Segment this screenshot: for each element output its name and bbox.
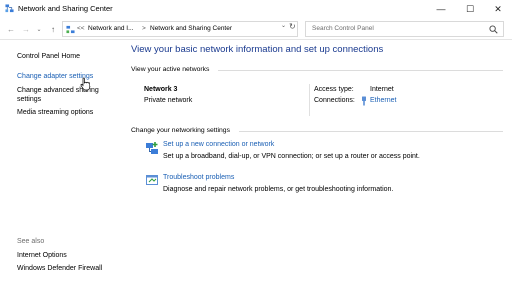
troubleshoot-problems-link[interactable]: Troubleshoot problems bbox=[163, 174, 234, 181]
breadcrumb-network-internet[interactable]: Network and I... bbox=[88, 25, 134, 32]
search-icon[interactable] bbox=[489, 25, 498, 34]
network-category: Private network bbox=[144, 97, 193, 104]
networking-settings-heading: Change your networking settings bbox=[131, 127, 230, 134]
forward-button[interactable]: → bbox=[20, 22, 32, 36]
breadcrumb-network-sharing-center[interactable]: Network and Sharing Center bbox=[150, 25, 232, 32]
access-type-value: Internet bbox=[370, 86, 394, 93]
mouse-cursor-icon bbox=[80, 77, 90, 91]
ethernet-connection-link[interactable]: Ethernet bbox=[370, 97, 396, 104]
windows-defender-firewall-link[interactable]: Windows Defender Firewall bbox=[17, 264, 102, 273]
access-type-label: Access type: bbox=[314, 86, 354, 93]
search-input[interactable]: Search Control Panel bbox=[305, 21, 504, 37]
window-title: Network and Sharing Center bbox=[18, 4, 113, 13]
breadcrumb-separator[interactable]: > bbox=[142, 25, 146, 32]
close-button[interactable]: ✕ bbox=[484, 0, 512, 18]
maximize-button[interactable]: ☐ bbox=[456, 0, 484, 18]
divider bbox=[309, 84, 310, 116]
internet-options-link[interactable]: Internet Options bbox=[17, 251, 67, 260]
change-advanced-sharing-link[interactable]: Change advanced sharing settings bbox=[17, 86, 115, 104]
main-content: View your basic network information and … bbox=[122, 40, 512, 285]
divider bbox=[239, 131, 503, 132]
sidebar: Control Panel Home Change adapter settin… bbox=[0, 40, 122, 285]
setup-connection-description: Set up a broadband, dial-up, or VPN conn… bbox=[163, 153, 420, 160]
ethernet-icon bbox=[362, 96, 366, 106]
address-bar[interactable]: << Network and I... > Network and Sharin… bbox=[62, 21, 298, 37]
control-panel-icon bbox=[66, 25, 75, 34]
media-streaming-options-link[interactable]: Media streaming options bbox=[17, 108, 93, 117]
see-also-heading: See also bbox=[17, 238, 45, 245]
page-heading: View your basic network information and … bbox=[131, 44, 384, 55]
breadcrumb-overflow[interactable]: << bbox=[77, 25, 85, 32]
refresh-button[interactable]: ↻ bbox=[289, 22, 296, 31]
troubleshoot-icon bbox=[146, 175, 158, 185]
active-networks-heading: View your active networks bbox=[131, 66, 210, 73]
back-button[interactable]: ← bbox=[5, 22, 17, 36]
connections-label: Connections: bbox=[314, 97, 355, 104]
control-panel-home-link[interactable]: Control Panel Home bbox=[17, 52, 80, 61]
network-name: Network 3 bbox=[144, 86, 178, 93]
minimize-button[interactable]: — bbox=[427, 0, 455, 18]
address-dropdown-button[interactable]: ⌄ bbox=[281, 22, 286, 29]
search-placeholder: Search Control Panel bbox=[312, 25, 374, 32]
new-connection-icon bbox=[146, 142, 158, 154]
troubleshoot-problems-description: Diagnose and repair network problems, or… bbox=[163, 186, 394, 193]
title-bar: Network and Sharing Center — ☐ ✕ bbox=[0, 0, 512, 18]
recent-locations-button[interactable]: ⌄ bbox=[33, 22, 45, 36]
navigation-bar: ← → ⌄ ↑ << Network and I... > Network an… bbox=[0, 18, 512, 40]
up-button[interactable]: ↑ bbox=[47, 22, 59, 36]
network-sharing-icon bbox=[5, 4, 14, 13]
divider bbox=[218, 70, 503, 71]
setup-connection-link[interactable]: Set up a new connection or network bbox=[163, 141, 274, 148]
